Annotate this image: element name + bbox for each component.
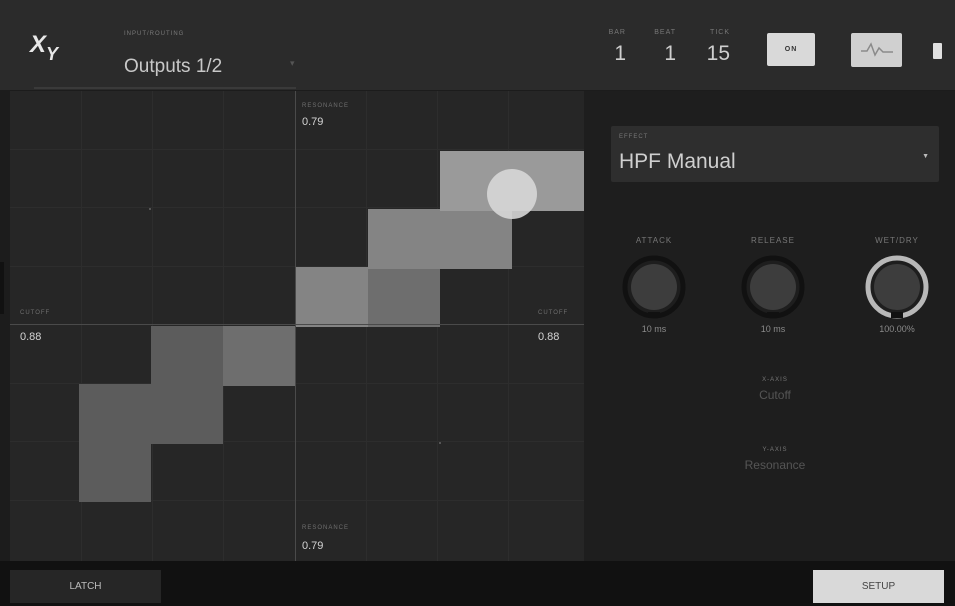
latch-button[interactable]: LATCH bbox=[10, 570, 161, 603]
trail-cell bbox=[368, 267, 440, 327]
release-knob[interactable] bbox=[740, 254, 806, 320]
grid-dot bbox=[439, 442, 441, 444]
trail-cell bbox=[296, 267, 368, 327]
right-axis-value: 0.88 bbox=[538, 331, 560, 343]
bar-counter: BAR 1 bbox=[596, 29, 626, 66]
trail-cell bbox=[223, 326, 295, 386]
x-axis-caption: X-AXIS bbox=[762, 377, 788, 383]
trail-cell bbox=[368, 209, 440, 269]
effect-dropdown[interactable]: EFFECT HPF Manual ▼ bbox=[611, 126, 939, 182]
edge-tab bbox=[0, 262, 4, 314]
wetdry-knob[interactable] bbox=[864, 254, 930, 320]
output-selector[interactable]: Outputs 1/2 bbox=[124, 56, 222, 78]
y-axis-param: Y-AXIS Resonance bbox=[710, 447, 840, 472]
battery-icon bbox=[933, 43, 942, 59]
svg-text:Y: Y bbox=[46, 44, 60, 64]
grid-dot bbox=[149, 208, 151, 210]
top-axis-caption: RESONANCE bbox=[302, 103, 350, 109]
x-axis-param-name: Cutoff bbox=[759, 388, 791, 402]
trail-cell bbox=[151, 384, 223, 444]
xy-cursor[interactable] bbox=[487, 169, 537, 219]
xy-pad[interactable]: RESONANCE 0.79 RESONANCE 0.79 CUTOFF 0.8… bbox=[10, 91, 584, 561]
x-axis-line bbox=[10, 324, 584, 325]
attack-value: 10 ms bbox=[641, 324, 667, 334]
beat-caption: BEAT bbox=[654, 29, 676, 36]
y-axis-line bbox=[295, 91, 296, 561]
trail-cell bbox=[79, 384, 151, 444]
bottom-axis-caption: RESONANCE bbox=[302, 525, 350, 531]
top-axis-value: 0.79 bbox=[302, 116, 324, 128]
beat-value: 1 bbox=[664, 42, 676, 65]
output-caption: INPUT/ROUTING bbox=[124, 31, 185, 37]
xy-logo-icon: X Y bbox=[28, 26, 68, 66]
bottom-bar: LATCH SETUP bbox=[0, 561, 955, 606]
tick-value: 15 bbox=[706, 42, 730, 65]
release-value: 10 ms bbox=[760, 324, 786, 334]
wetdry-control[interactable]: WET/DRY 100.00% bbox=[851, 236, 943, 334]
waveform-icon bbox=[860, 42, 893, 57]
trail-cell bbox=[151, 326, 223, 386]
attack-knob[interactable] bbox=[621, 254, 687, 320]
bar-value: 1 bbox=[614, 42, 626, 65]
y-axis-caption: Y-AXIS bbox=[762, 447, 788, 453]
attack-control[interactable]: ATTACK 10 ms bbox=[608, 236, 700, 334]
beat-counter: BEAT 1 bbox=[640, 29, 676, 66]
trail-cell bbox=[440, 209, 512, 269]
right-axis-caption: CUTOFF bbox=[538, 310, 569, 316]
bottom-axis-value: 0.79 bbox=[302, 540, 324, 552]
setup-button[interactable]: SETUP bbox=[813, 570, 944, 603]
top-bar: X Y INPUT/ROUTING Outputs 1/2 ▾ BAR 1 BE… bbox=[0, 0, 955, 90]
on-button[interactable]: ON bbox=[767, 33, 815, 66]
tick-counter: TICK 15 bbox=[690, 29, 730, 66]
wetdry-label: WET/DRY bbox=[875, 236, 919, 245]
effect-caption: EFFECT bbox=[619, 134, 649, 140]
release-label: RELEASE bbox=[751, 236, 795, 245]
waveform-button[interactable] bbox=[851, 33, 902, 67]
release-control[interactable]: RELEASE 10 ms bbox=[727, 236, 819, 334]
bar-caption: BAR bbox=[608, 29, 626, 36]
divider bbox=[34, 87, 296, 89]
wetdry-value: 100.00% bbox=[879, 324, 915, 334]
effect-panel: EFFECT HPF Manual ▼ ATTACK 10 ms RELEASE… bbox=[584, 91, 955, 561]
attack-label: ATTACK bbox=[635, 236, 673, 245]
trail-cell bbox=[79, 442, 151, 502]
y-axis-param-name: Resonance bbox=[744, 458, 806, 472]
chevron-down-icon: ▾ bbox=[290, 58, 295, 68]
grid-line bbox=[10, 149, 584, 150]
left-axis-value: 0.88 bbox=[20, 331, 42, 343]
left-axis-caption: CUTOFF bbox=[20, 310, 51, 316]
effect-value: HPF Manual bbox=[619, 150, 736, 173]
svg-text:X: X bbox=[28, 31, 48, 58]
x-axis-param: X-AXIS Cutoff bbox=[710, 377, 840, 402]
tick-caption: TICK bbox=[710, 29, 730, 36]
chevron-down-icon: ▼ bbox=[922, 153, 929, 160]
